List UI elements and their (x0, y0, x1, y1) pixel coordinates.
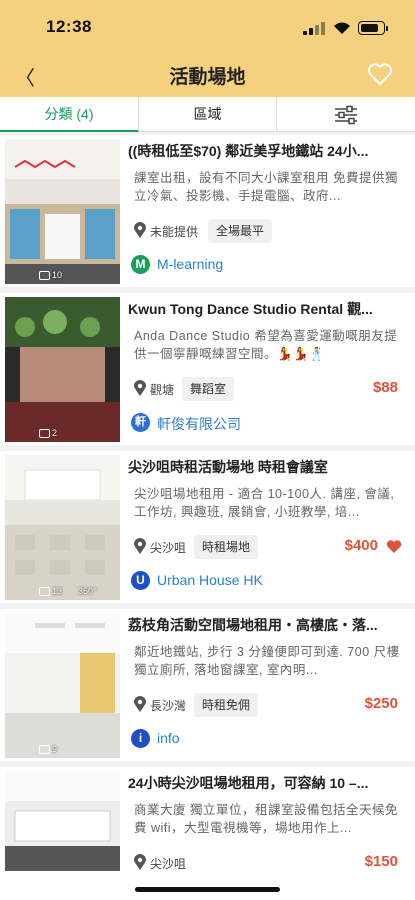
listing-card[interactable]: 24小時尖沙咀場地租用，可容納 10 –... 商業大廈 獨立單位，租課室設備包… (0, 767, 415, 871)
listing-price: $88 (372, 379, 398, 396)
listing-photo[interactable] (5, 771, 120, 871)
listing-price: $400 (344, 537, 378, 554)
photo-count: 10 (52, 270, 63, 280)
filter-sliders-icon (335, 105, 357, 125)
camera-icon (39, 429, 50, 438)
bottom-safe-area (0, 871, 415, 900)
tab-filter[interactable] (277, 97, 415, 132)
pin-icon (134, 696, 146, 712)
listing-price: $250 (364, 695, 398, 712)
listing-title: 荔枝角活動空間場地租用・高樓底・落... (128, 617, 378, 633)
listing-description: 商業大廈 獨立單位，租課室設備包括全天候免費 wifi，大型電視機等，場地用作上… (134, 803, 398, 835)
listing-location: 尖沙咀 (150, 541, 187, 555)
navigation-bar: 〈 活動場地 (0, 50, 415, 97)
vendor-avatar: 軒 (131, 413, 150, 432)
listing-title: ((時租低至$70) 鄰近美孚地鐵站 24小... (128, 143, 369, 159)
pin-icon (134, 538, 146, 554)
tab-category[interactable]: 分類 (4) (0, 97, 139, 132)
wifi-icon (334, 22, 350, 34)
camera-icon (39, 745, 50, 754)
vendor-name[interactable]: info (157, 730, 180, 746)
vendor-avatar: i (131, 729, 150, 748)
heart-outline-icon[interactable] (367, 62, 393, 86)
pin-icon (134, 380, 146, 396)
listing-tag: 時租免佣 (194, 693, 259, 717)
listing-tag: 全場最平 (208, 219, 273, 243)
vendor-name[interactable]: Urban House HK (157, 572, 263, 588)
page-title: 活動場地 (169, 67, 246, 88)
listing-photo[interactable]: 9 (5, 613, 120, 758)
filter-tabs: 分類 (4) 區域 (0, 97, 415, 132)
listing-description: Anda Dance Studio 希望為喜愛運動嘅朋友提供一個寧靜嘅練習空間。… (134, 329, 398, 361)
vendor-avatar: U (131, 571, 150, 590)
listing-title: 尖沙咀時租活動場地 時租會議室 (128, 459, 328, 475)
listing-card[interactable]: 10 ((時租低至$70) 鄰近美孚地鐵站 24小... 課室出租，設有不同大小… (0, 135, 415, 287)
status-time: 12:38 (46, 17, 92, 36)
listing-card[interactable]: 13 360° 尖沙咀時租活動場地 時租會議室 尖沙咀場地租用 - 適合 10-… (0, 451, 415, 603)
listing-description: 尖沙咀場地租用 - 適合 10-100人. 講座, 會議, 工作坊, 興趣班, … (134, 487, 395, 519)
listing-photo[interactable]: 2 (5, 297, 120, 442)
listing-list[interactable]: 10 ((時租低至$70) 鄰近美孚地鐵站 24小... 課室出租，設有不同大小… (0, 135, 415, 871)
listing-location: 長沙灣 (150, 699, 187, 713)
home-indicator[interactable] (135, 887, 280, 892)
photo-360-badge: 360° (78, 586, 97, 596)
listing-photo[interactable]: 13 360° (5, 455, 120, 600)
listing-location: 觀塘 (150, 383, 175, 397)
photo-count: 13 (52, 586, 63, 596)
pin-icon (134, 854, 146, 870)
listing-title: 24小時尖沙咀場地租用，可容納 10 –... (128, 775, 369, 791)
camera-icon (39, 271, 50, 280)
listing-description: 鄰近地鐵站, 步行 3 分鐘便即可到達. 700 尺樓獨立廁所, 落地窗課室, … (134, 645, 400, 677)
listing-price: $150 (364, 853, 398, 870)
tab-area[interactable]: 區域 (139, 97, 277, 132)
signal-icon (303, 22, 325, 35)
listing-photo[interactable]: 10 (5, 139, 120, 284)
battery-icon (358, 21, 388, 35)
listing-description: 課室出租，設有不同大小課室租用 免費提供獨立冷氣、投影機、手提電腦、政府... (134, 171, 398, 203)
status-bar: 12:38 (0, 0, 415, 50)
vendor-name[interactable]: 軒俊有限公司 (157, 414, 241, 434)
photo-count: 2 (52, 428, 58, 438)
photo-count: 9 (52, 744, 58, 754)
listing-tag: 時租場地 (194, 535, 259, 559)
listing-title: Kwun Tong Dance Studio Rental 觀... (128, 301, 373, 317)
vendor-avatar: M (131, 255, 150, 274)
listing-card[interactable]: 2 Kwun Tong Dance Studio Rental 觀... And… (0, 293, 415, 445)
listing-location: 未能提供 (150, 225, 199, 239)
heart-filled-icon[interactable] (386, 539, 402, 554)
listing-location: 尖沙咀 (150, 857, 187, 871)
vendor-name[interactable]: M-learning (157, 256, 223, 272)
listing-tag: 舞蹈室 (182, 377, 235, 401)
pin-icon (134, 222, 146, 238)
camera-icon (39, 587, 50, 596)
app-header: 12:38 〈 活動場地 (0, 0, 415, 97)
listing-card[interactable]: 9 荔枝角活動空間場地租用・高樓底・落... 鄰近地鐵站, 步行 3 分鐘便即可… (0, 609, 415, 761)
